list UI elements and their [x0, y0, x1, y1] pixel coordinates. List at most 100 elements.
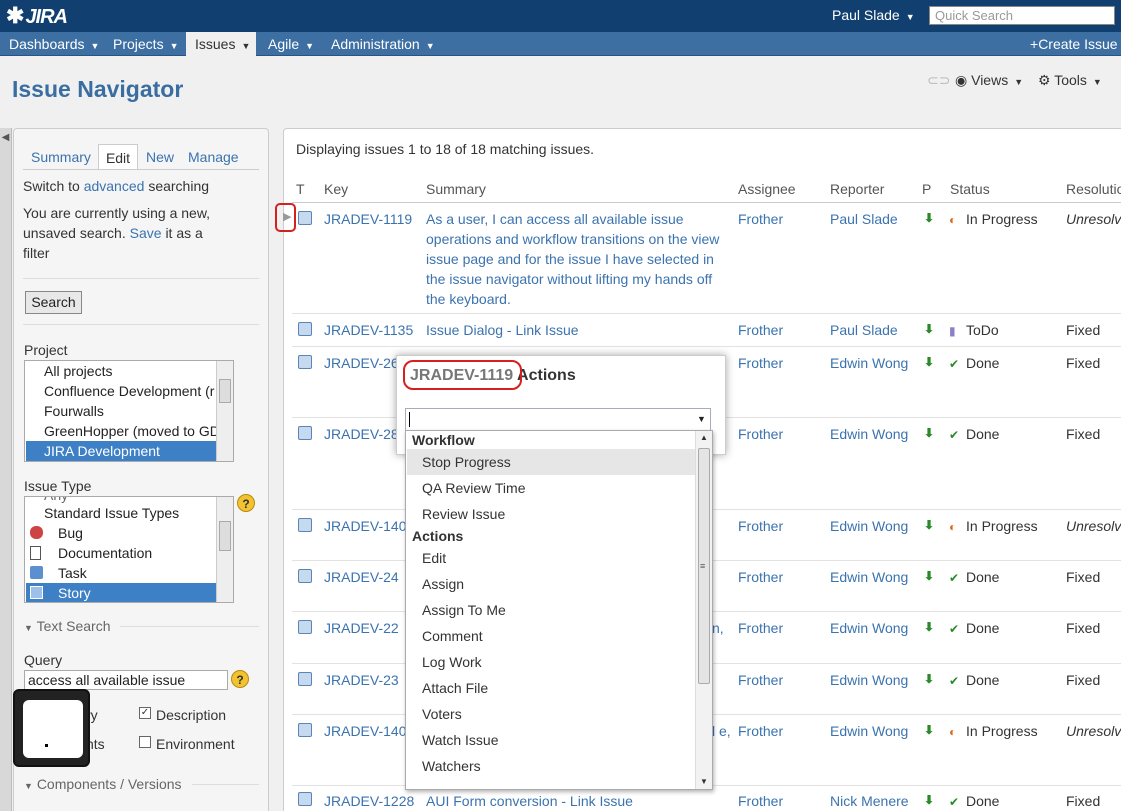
assignee-link[interactable]: Frother	[738, 211, 783, 227]
text-search-toggle[interactable]: ▼ Text Search	[24, 618, 111, 634]
nav-administration[interactable]: Administration ▼	[322, 32, 437, 56]
column-header-assignee[interactable]: Assignee	[738, 181, 796, 197]
tab-summary[interactable]: Summary	[31, 149, 91, 165]
issue-summary-link[interactable]: Issue Dialog - Link Issue	[426, 320, 731, 340]
reporter-link[interactable]: Edwin Wong	[830, 426, 908, 442]
list-item[interactable]: Fourwalls	[26, 401, 216, 421]
assignee-link[interactable]: Frother	[738, 518, 783, 534]
components-toggle[interactable]: ▼ Components / Versions	[24, 776, 182, 792]
action-search-input[interactable]	[405, 408, 711, 430]
tab-edit[interactable]: Edit	[98, 144, 138, 170]
list-item[interactable]: Task	[26, 563, 216, 583]
views-menu[interactable]: ◉ Views ▼	[955, 72, 1023, 89]
reporter-link[interactable]: Edwin Wong	[830, 569, 908, 585]
tools-menu[interactable]: ⚙ Tools ▼	[1038, 72, 1102, 89]
menu-item-log-work[interactable]: Log Work	[407, 649, 695, 675]
menu-scrollbar[interactable]: ▲ ≡ ▼	[695, 431, 712, 789]
tab-manage[interactable]: Manage	[188, 149, 239, 165]
search-button[interactable]: Search	[25, 291, 82, 314]
tab-new[interactable]: New	[146, 149, 174, 165]
issue-key-link[interactable]: JRADEV-26	[324, 355, 399, 371]
permalink-icon[interactable]: ⊂⊃	[927, 72, 950, 89]
help-icon[interactable]: ?	[231, 670, 249, 688]
menu-item-voters[interactable]: Voters	[407, 701, 695, 727]
reporter-link[interactable]: Edwin Wong	[830, 620, 908, 636]
assignee-link[interactable]: Frother	[738, 426, 783, 442]
menu-item-comment[interactable]: Comment	[407, 623, 695, 649]
project-scrollbar[interactable]	[216, 361, 233, 461]
issue-summary-link[interactable]: AUI Form conversion - Link Issue	[426, 791, 731, 811]
issue-key-link[interactable]: JRADEV-1228	[324, 793, 414, 809]
assignee-link[interactable]: Frother	[738, 672, 783, 688]
assignee-link[interactable]: Frother	[738, 620, 783, 636]
issue-summary-link[interactable]: As a user, I can access all available is…	[426, 209, 731, 309]
reporter-link[interactable]: Edwin Wong	[830, 355, 908, 371]
issue-key-link[interactable]: JRADEV-28	[324, 426, 399, 442]
nav-dashboards[interactable]: Dashboards ▼	[0, 32, 104, 56]
issue-key-link[interactable]: JRADEV-1135	[324, 322, 413, 338]
menu-item-attach-file[interactable]: Attach File	[407, 675, 695, 701]
table-row[interactable]: JRADEV-1135 Issue Dialog - Link Issue Fr…	[292, 314, 1121, 347]
assignee-link[interactable]: Frother	[738, 322, 783, 338]
column-header-status[interactable]: Status	[950, 181, 990, 197]
query-input[interactable]: access all available issue	[24, 670, 228, 690]
assignee-link[interactable]: Frother	[738, 355, 783, 371]
jira-logo[interactable]: ✱ JIRA	[6, 3, 68, 29]
menu-item-qa-review-time[interactable]: QA Review Time	[407, 475, 695, 501]
help-icon[interactable]: ?	[237, 494, 255, 512]
menu-item-watchers[interactable]: Watchers	[407, 753, 695, 779]
menu-item-edit[interactable]: Edit	[407, 545, 695, 571]
column-header-summary[interactable]: Summary	[426, 181, 486, 197]
assignee-link[interactable]: Frother	[738, 569, 783, 585]
reporter-link[interactable]: Paul Slade	[830, 322, 898, 338]
column-header-reporter[interactable]: Reporter	[830, 181, 884, 197]
assignee-link[interactable]: Frother	[738, 723, 783, 739]
reporter-link[interactable]: Edwin Wong	[830, 518, 908, 534]
issue-key-link[interactable]: JRADEV-140	[324, 723, 406, 739]
user-menu[interactable]: Paul Slade ▼	[832, 7, 915, 23]
issue-type-scrollbar[interactable]	[216, 497, 233, 602]
reporter-link[interactable]: Nick Menere	[830, 793, 909, 809]
menu-item-assign-to-me[interactable]: Assign To Me	[407, 597, 695, 623]
scroll-up-icon[interactable]: ▲	[700, 433, 708, 442]
description-checkbox[interactable]: ✓	[139, 707, 151, 719]
reporter-link[interactable]: Edwin Wong	[830, 672, 908, 688]
create-issue-button[interactable]: +Create Issue	[1030, 32, 1118, 56]
column-header-resolution[interactable]: Resolutio	[1066, 181, 1121, 197]
menu-item-assign[interactable]: Assign	[407, 571, 695, 597]
reporter-link[interactable]: Edwin Wong	[830, 723, 908, 739]
advanced-search-link[interactable]: advanced	[84, 178, 145, 194]
assignee-link[interactable]: Frother	[738, 793, 783, 809]
nav-agile[interactable]: Agile ▼	[259, 32, 322, 56]
list-item-selected[interactable]: JIRA Development	[26, 441, 216, 461]
save-filter-link[interactable]: Save	[130, 225, 162, 241]
scroll-down-icon[interactable]: ▼	[700, 777, 708, 786]
issue-key-link[interactable]: JRADEV-22	[324, 620, 399, 636]
environment-checkbox[interactable]	[139, 736, 151, 748]
nav-issues[interactable]: Issues ▼	[186, 32, 256, 56]
chevron-down-icon[interactable]: ▼	[697, 414, 706, 424]
issue-key-link[interactable]: JRADEV-24	[324, 569, 399, 585]
list-item[interactable]: Standard Issue Types	[26, 503, 216, 523]
issue-key-link[interactable]: JRADEV-140	[324, 518, 406, 534]
column-header-priority[interactable]: P	[922, 181, 931, 197]
table-row[interactable]: JRADEV-1119 As a user, I can access all …	[292, 203, 1121, 314]
list-item[interactable]: GreenHopper (moved to GD	[26, 421, 216, 441]
menu-item-watch-issue[interactable]: Watch Issue	[407, 727, 695, 753]
list-item[interactable]: All projects	[26, 361, 216, 381]
issue-key-link[interactable]: JRADEV-1119	[324, 211, 412, 227]
sidebar-collapse-toggle[interactable]: ◀	[0, 128, 12, 811]
issue-type-select[interactable]: Any Standard Issue Types Bug Documentati…	[24, 496, 234, 603]
list-item[interactable]: Confluence Development (r	[26, 381, 216, 401]
project-select[interactable]: All projects Confluence Development (r F…	[24, 360, 234, 462]
list-item[interactable]: Bug	[26, 523, 216, 543]
issue-key-link[interactable]: JRADEV-23	[324, 672, 399, 688]
reporter-link[interactable]: Paul Slade	[830, 211, 898, 227]
list-item[interactable]: Documentation	[26, 543, 216, 563]
list-item-selected[interactable]: Story	[26, 583, 216, 602]
scroll-thumb[interactable]	[219, 379, 231, 403]
column-header-type[interactable]: T	[296, 181, 305, 197]
quick-search-input[interactable]: Quick Search	[929, 6, 1115, 25]
menu-item-stop-progress[interactable]: Stop Progress	[407, 449, 695, 475]
issue-summary-link[interactable]: n,	[712, 618, 732, 638]
